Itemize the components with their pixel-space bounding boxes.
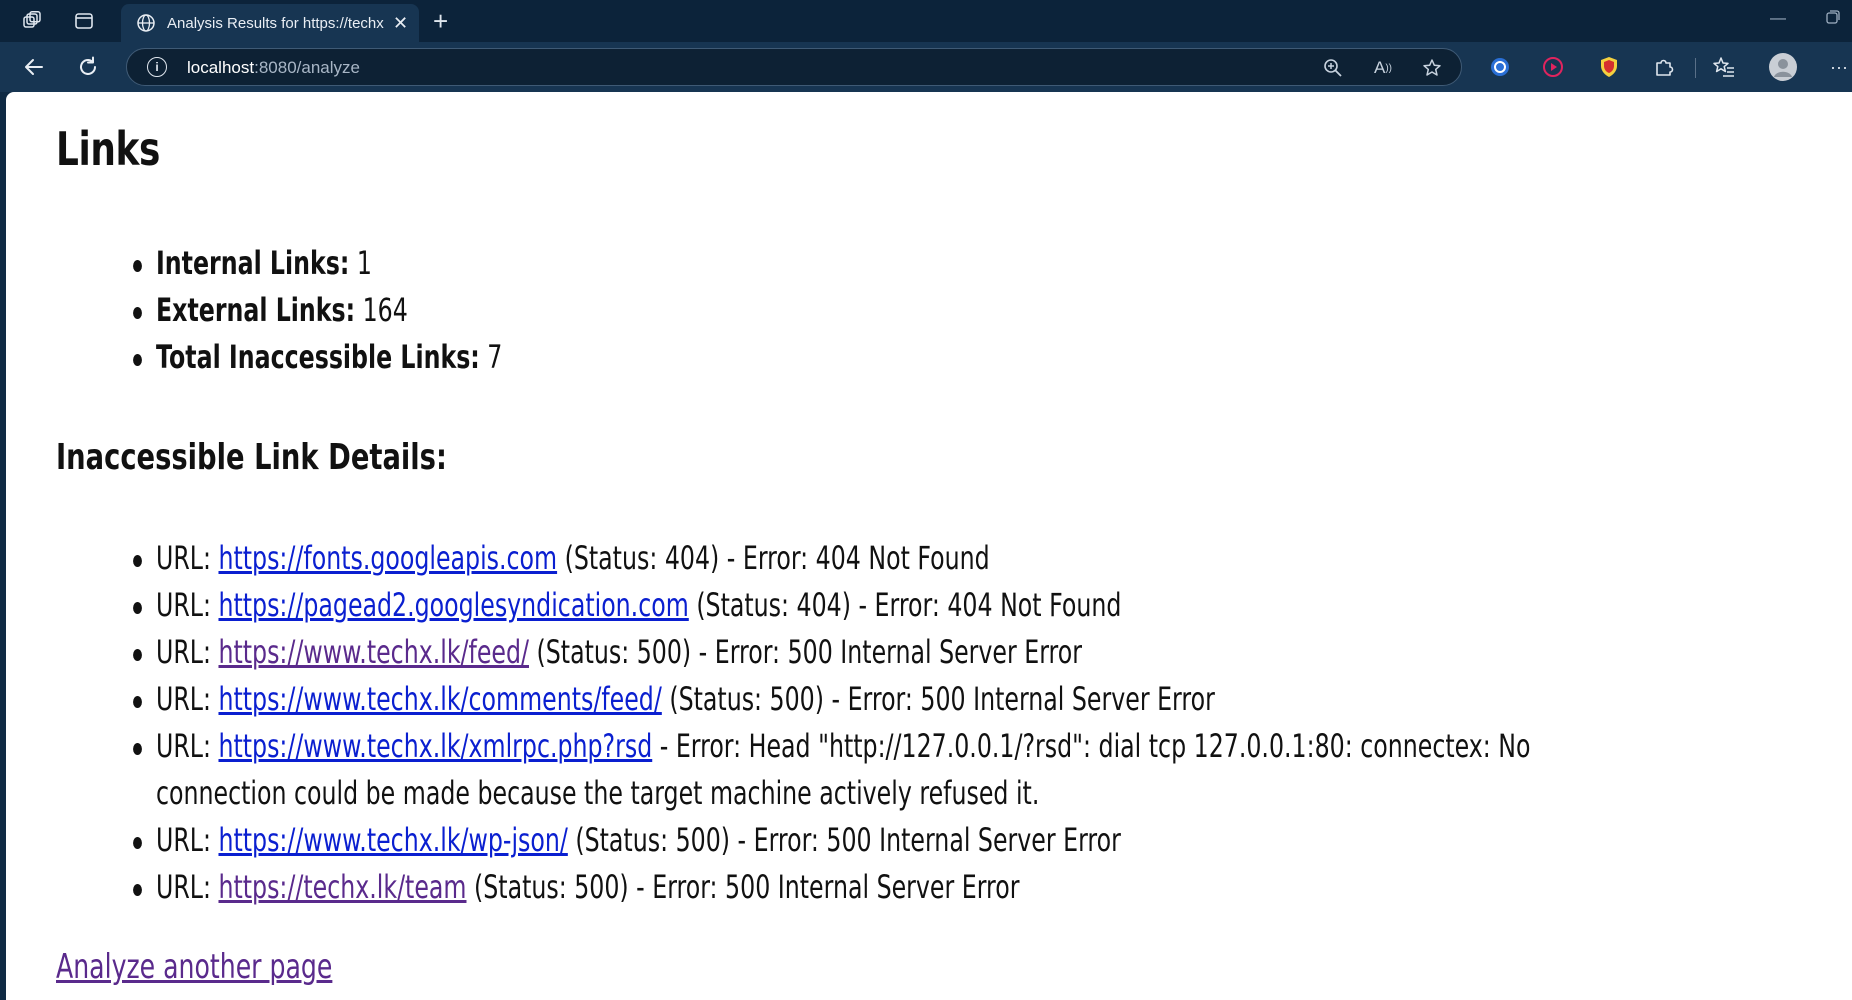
globe-icon xyxy=(135,12,157,34)
stat-internal-links: Internal Links: 1 xyxy=(133,240,502,287)
error-detail: (Status: 500) - Error: 500 Internal Serv… xyxy=(474,868,1020,906)
extension-shield-icon[interactable] xyxy=(1596,54,1622,80)
error-url-link[interactable]: https://pagead2.googlesyndication.com xyxy=(218,586,688,624)
back-arrow-icon[interactable] xyxy=(19,52,49,82)
url-prefix: URL: xyxy=(156,586,211,624)
favorites-icon[interactable] xyxy=(1711,54,1737,80)
url-prefix: URL: xyxy=(156,680,211,718)
list-item: URL: https://techx.lk/team (Status: 500)… xyxy=(133,864,1599,911)
tab-bar: Analysis Results for https://techx.lk ✕ … xyxy=(0,0,1852,42)
error-detail: (Status: 500) - Error: 500 Internal Serv… xyxy=(575,821,1121,859)
page-title: Links xyxy=(56,122,160,176)
url-prefix: URL: xyxy=(156,868,211,906)
url-prefix: URL: xyxy=(156,727,211,765)
browser-toolbar: i localhost:8080/analyze A)) ··· xyxy=(0,42,1852,92)
inaccessible-links-list: URL: https://fonts.googleapis.com (Statu… xyxy=(133,535,1852,911)
stat-label: External Links: xyxy=(156,291,356,329)
error-url-link[interactable]: https://www.techx.lk/comments/feed/ xyxy=(218,680,661,718)
stat-inaccessible-links: Total Inaccessible Links: 7 xyxy=(133,334,503,381)
error-detail: (Status: 404) - Error: 404 Not Found xyxy=(564,539,990,577)
extension-red-icon[interactable] xyxy=(1540,54,1566,80)
refresh-icon[interactable] xyxy=(73,52,103,82)
stat-value: 164 xyxy=(362,291,408,329)
workspaces-icon[interactable] xyxy=(17,7,47,35)
toolbar-divider xyxy=(1695,58,1696,78)
zoom-icon[interactable] xyxy=(1321,56,1345,80)
list-item: URL: https://www.techx.lk/feed/ (Status:… xyxy=(133,629,1599,676)
link-stats-list: Internal Links: 1 External Links: 164 To… xyxy=(133,240,624,381)
analyze-another-link[interactable]: Analyze another page xyxy=(56,947,332,987)
tab-title: Analysis Results for https://techx.lk xyxy=(167,14,385,32)
stat-label: Total Inaccessible Links: xyxy=(156,338,480,376)
details-heading: Inaccessible Link Details: xyxy=(56,437,447,478)
address-bar[interactable]: i localhost:8080/analyze A)) xyxy=(126,48,1462,86)
more-icon[interactable]: ··· xyxy=(1826,54,1852,80)
error-detail: (Status: 500) - Error: 500 Internal Serv… xyxy=(536,633,1082,671)
tab-actions-icon[interactable] xyxy=(69,7,99,35)
list-item: URL: https://www.techx.lk/wp-json/ (Stat… xyxy=(133,817,1599,864)
active-tab[interactable]: Analysis Results for https://techx.lk ✕ xyxy=(121,4,419,42)
extension-blue-icon[interactable] xyxy=(1487,54,1513,80)
read-aloud-icon[interactable]: A)) xyxy=(1371,56,1395,80)
plus-icon[interactable]: + xyxy=(433,6,448,37)
error-detail: (Status: 404) - Error: 404 Not Found xyxy=(696,586,1122,624)
restore-icon[interactable] xyxy=(1826,10,1840,29)
error-url-link[interactable]: https://www.techx.lk/xmlrpc.php?rsd xyxy=(218,727,652,765)
list-item: URL: https://www.techx.lk/xmlrpc.php?rsd… xyxy=(133,723,1599,817)
error-detail: (Status: 500) - Error: 500 Internal Serv… xyxy=(669,680,1215,718)
stat-value: 1 xyxy=(356,244,372,282)
info-icon[interactable]: i xyxy=(147,57,167,77)
url-path: :8080/analyze xyxy=(254,58,360,77)
list-item: URL: https://pagead2.googlesyndication.c… xyxy=(133,582,1599,629)
list-item: URL: https://fonts.googleapis.com (Statu… xyxy=(133,535,1599,582)
page-viewport: Links Internal Links: 1 External Links: … xyxy=(6,92,1852,1000)
list-item: URL: https://www.techx.lk/comments/feed/… xyxy=(133,676,1599,723)
error-url-link[interactable]: https://www.techx.lk/feed/ xyxy=(218,633,529,671)
url-text[interactable]: localhost:8080/analyze xyxy=(187,58,360,78)
error-url-link[interactable]: https://techx.lk/team xyxy=(218,868,466,906)
puzzle-icon[interactable] xyxy=(1651,54,1677,80)
error-url-link[interactable]: https://fonts.googleapis.com xyxy=(218,539,557,577)
star-icon[interactable] xyxy=(1420,56,1444,80)
url-prefix: URL: xyxy=(156,821,211,859)
url-host: localhost xyxy=(187,58,255,77)
close-icon[interactable]: ✕ xyxy=(393,13,408,34)
error-url-link[interactable]: https://www.techx.lk/wp-json/ xyxy=(218,821,567,859)
url-prefix: URL: xyxy=(156,539,211,577)
minimize-icon[interactable]: — xyxy=(1770,10,1786,28)
profile-avatar[interactable] xyxy=(1769,53,1797,81)
stat-external-links: External Links: 164 xyxy=(133,287,502,334)
url-prefix: URL: xyxy=(156,633,211,671)
stat-value: 7 xyxy=(487,338,503,376)
stat-label: Internal Links: xyxy=(156,244,350,282)
